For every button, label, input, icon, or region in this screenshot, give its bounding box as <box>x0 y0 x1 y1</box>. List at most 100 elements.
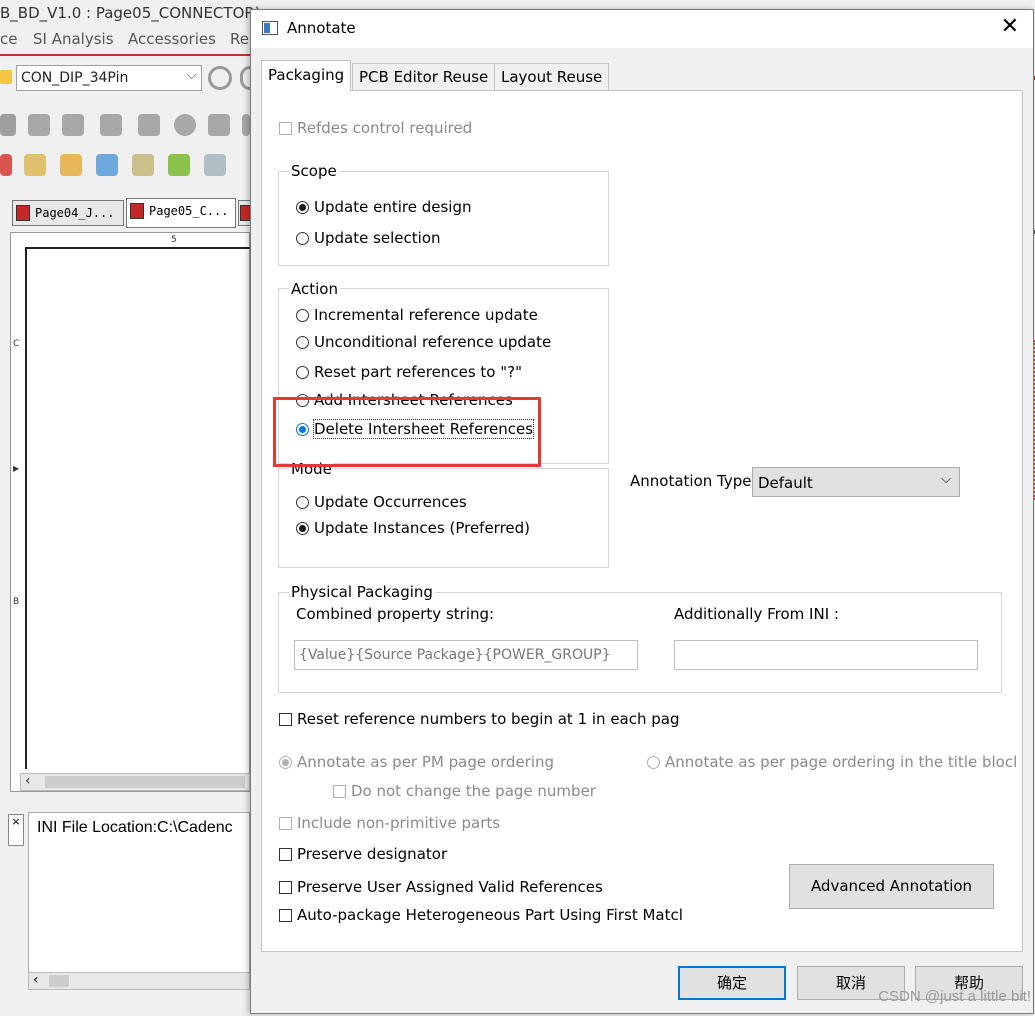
toolbar-icon[interactable] <box>0 114 16 136</box>
annotation-type-value: Default <box>758 474 813 492</box>
action-label: Action <box>289 280 340 298</box>
scroll-left-icon[interactable]: ‹ <box>25 773 31 789</box>
checkbox-box <box>279 712 292 726</box>
checkbox-label: Refdes control required <box>297 119 473 137</box>
auto-package-checkbox[interactable]: Auto-package Heterogeneous Part Using Fi… <box>279 906 683 924</box>
preserve-valid-references-checkbox[interactable]: Preserve User Assigned Valid References <box>279 878 603 896</box>
part-combo[interactable]: CON_DIP_34Pin ⌵ <box>16 65 202 91</box>
additionally-from-ini-field[interactable] <box>674 640 978 670</box>
physical-packaging-label: Physical Packaging <box>289 583 435 601</box>
action-unconditional-radio[interactable]: Unconditional reference update <box>296 333 551 351</box>
menu-item-accessories[interactable]: Accessories <box>128 30 216 48</box>
action-incremental-radio[interactable]: Incremental reference update <box>296 306 538 324</box>
chevron-down-icon: ⌵ <box>941 472 951 487</box>
schematic-icon <box>130 203 144 219</box>
dialog-titlebar[interactable]: Annotate ✕ <box>251 10 1033 48</box>
edit-icon[interactable] <box>96 154 118 176</box>
check-icon[interactable] <box>60 154 82 176</box>
annotation-type-select[interactable]: Default ⌵ <box>752 467 960 497</box>
schematic-frame <box>25 247 267 769</box>
radio-label: Add Intersheet References <box>314 391 513 409</box>
menu-item-reports[interactable]: Re <box>230 30 249 48</box>
verify-icon[interactable] <box>174 114 196 136</box>
radio-dot <box>296 308 309 322</box>
doc-tab-page05[interactable]: Page05_C... <box>126 198 236 228</box>
grid-mark: 5 <box>171 235 177 245</box>
refdes-control-checkbox[interactable]: Refdes control required <box>279 119 472 137</box>
scroll-left-icon[interactable]: ‹ <box>33 972 39 988</box>
checkbox-label: Do not change the page number <box>351 782 596 800</box>
toolbar-icon[interactable] <box>0 154 12 176</box>
document-tabstrip: Page04_J... Page05_C... <box>8 198 252 230</box>
output-pane: INI File Location:C:\Cadenc <box>28 812 250 982</box>
combined-property-field[interactable]: {Value}{Source Package}{POWER_GROUP} <box>294 640 638 670</box>
radio-label: Delete Intersheet References <box>312 419 535 439</box>
action-reset-part-references-radio[interactable]: Reset part references to "?" <box>296 363 522 381</box>
radio-dot <box>296 200 309 214</box>
zoom-icon[interactable] <box>208 66 232 90</box>
advanced-annotation-button[interactable]: Advanced Annotation <box>789 864 994 909</box>
radio-dot <box>296 495 309 509</box>
checkbox-label: Auto-package Heterogeneous Part Using Fi… <box>297 906 683 924</box>
watermark: CSDN @just a little bit! <box>878 988 1031 1005</box>
reset-reference-numbers-checkbox[interactable]: Reset reference numbers to begin at 1 in… <box>279 710 680 728</box>
radio-label: Unconditional reference update <box>314 333 552 351</box>
mode-update-instances-radio[interactable]: Update Instances (Preferred) <box>296 519 530 537</box>
horizontal-scrollbar[interactable]: ‹ <box>20 773 250 791</box>
mode-update-occurrences-radio[interactable]: Update Occurrences <box>296 493 467 511</box>
close-icon[interactable]: × <box>8 814 24 846</box>
scroll-thumb[interactable] <box>45 776 245 788</box>
action-add-intersheet-radio[interactable]: Add Intersheet References <box>296 391 513 409</box>
output-panel: × INI File Location:C:\Cadenc ‹ <box>0 800 250 1016</box>
radio-label: Reset part references to "?" <box>314 363 522 381</box>
doc-tab-page04[interactable]: Page04_J... <box>12 200 124 226</box>
checkbox-label: Preserve designator <box>297 845 448 863</box>
toolbar-icon[interactable] <box>62 114 84 136</box>
menu-item-place[interactable]: ce <box>0 30 17 48</box>
scope-label: Scope <box>289 162 339 180</box>
edit-icon-2[interactable] <box>132 154 154 176</box>
checkbox-box <box>279 816 292 830</box>
radio-dot <box>296 365 309 379</box>
tab-layout-reuse[interactable]: Layout Reuse <box>494 63 610 90</box>
scope-update-entire-design-radio[interactable]: Update entire design <box>296 198 471 216</box>
tab-pcb-editor-reuse[interactable]: PCB Editor Reuse <box>352 63 496 90</box>
preserve-designator-checkbox[interactable]: Preserve designator <box>279 845 447 863</box>
radio-label: Annotate as per PM page ordering <box>297 753 555 771</box>
scope-group <box>278 171 609 266</box>
menu-item-si-analysis[interactable]: SI Analysis <box>33 30 114 48</box>
radio-dot <box>296 422 309 436</box>
zoom-icon-2[interactable] <box>240 66 250 90</box>
output-text: INI File Location:C:\Cadenc <box>37 819 233 836</box>
toolbar-icon[interactable] <box>138 114 160 136</box>
copy-icon[interactable] <box>24 154 46 176</box>
radio-dot <box>296 335 309 349</box>
schematic-canvas[interactable]: 5 C B ▸ <box>10 232 267 792</box>
annotate-title-block-ordering-radio[interactable]: Annotate as per page ordering in the tit… <box>647 753 1017 771</box>
include-non-primitive-checkbox[interactable]: Include non-primitive parts <box>279 814 500 832</box>
checkbox-box <box>279 908 292 922</box>
scroll-thumb[interactable] <box>49 975 69 987</box>
dialog-title: Annotate <box>287 19 356 37</box>
pencil-icon[interactable] <box>0 70 12 84</box>
output-scrollbar[interactable]: ‹ <box>28 972 250 990</box>
export-icon[interactable] <box>168 154 190 176</box>
additionally-from-ini-label: Additionally From INI : <box>674 605 839 623</box>
ok-button[interactable]: 确定 <box>678 966 786 1000</box>
do-not-change-page-number-checkbox[interactable]: Do not change the page number <box>333 782 596 800</box>
toolbar-icon[interactable] <box>28 114 50 136</box>
annotate-pm-ordering-radio[interactable]: Annotate as per PM page ordering <box>279 753 554 771</box>
part-combo-value: CON_DIP_34Pin <box>21 70 129 86</box>
scope-update-selection-radio[interactable]: Update selection <box>296 229 441 247</box>
toolbar-icon[interactable] <box>100 114 122 136</box>
arrow-icon: ▸ <box>13 461 20 475</box>
checkbox-box <box>333 784 346 798</box>
close-button[interactable]: ✕ <box>1001 16 1019 38</box>
toolbar-icon[interactable] <box>208 114 230 136</box>
action-delete-intersheet-radio[interactable]: Delete Intersheet References <box>296 419 535 439</box>
toolbar-icon[interactable] <box>242 114 250 136</box>
table-icon[interactable] <box>204 154 226 176</box>
tab-packaging[interactable]: Packaging <box>261 60 352 91</box>
mode-label: Mode <box>289 460 334 478</box>
radio-dot <box>296 231 309 245</box>
